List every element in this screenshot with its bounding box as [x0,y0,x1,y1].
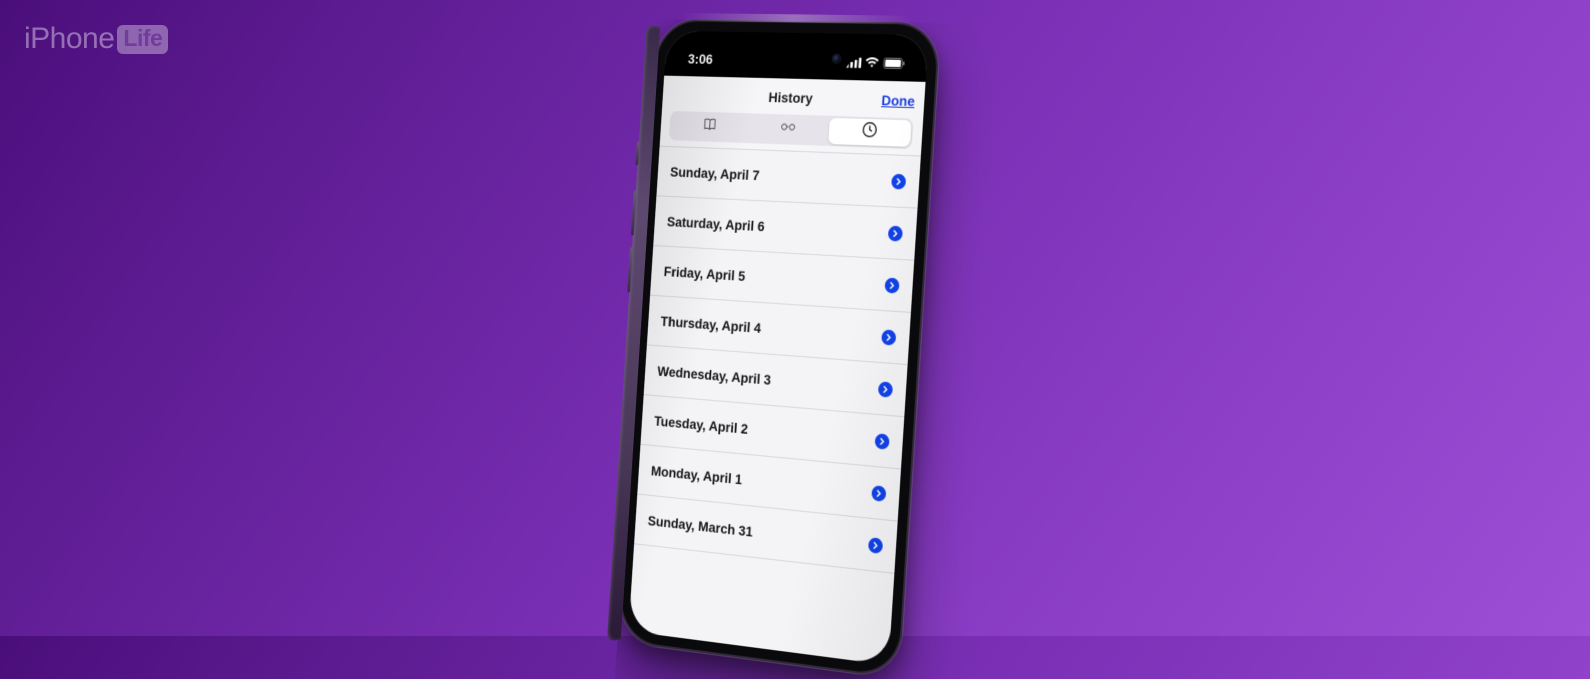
history-list: Sunday, April 7 Saturday, April 6 Friday… [634,147,921,574]
chevron-right-icon [871,485,886,502]
history-row-label: Sunday, April 7 [670,164,760,184]
history-row-label: Friday, April 5 [663,263,745,284]
history-row-label: Saturday, April 6 [667,213,766,234]
volume-up-button [631,190,637,235]
mute-switch [635,141,639,165]
tab-reading-list[interactable] [748,115,829,144]
tabs-segmented-control[interactable] [669,111,914,149]
iphonelife-watermark: iPhone Life [24,22,168,56]
history-row[interactable]: Sunday, March 31 [634,494,898,573]
iphone-device: 3:06 [617,19,941,679]
history-row-label: Sunday, March 31 [647,512,753,539]
wifi-icon [865,57,880,68]
phone-screen: 3:06 [628,31,928,665]
battery-icon [883,57,906,69]
tab-bookmarks[interactable] [671,113,750,141]
history-row-label: Thursday, April 4 [660,313,761,336]
chevron-right-icon [878,381,893,397]
chevron-right-icon [868,537,883,554]
chevron-right-icon [888,225,903,241]
chevron-right-icon [891,173,906,189]
status-time: 3:06 [688,51,714,67]
history-row-label: Tuesday, April 2 [654,413,749,437]
dynamic-island [755,42,850,74]
glasses-icon [780,118,797,140]
volume-down-button [627,247,633,292]
history-row-label: Monday, April 1 [651,463,743,488]
done-button[interactable]: Done [881,92,915,109]
clock-icon [861,121,878,144]
watermark-brand: iPhone [24,22,114,56]
history-header: History Done [660,76,926,157]
tab-history[interactable] [828,118,912,147]
chevron-right-icon [881,329,896,345]
chevron-right-icon [875,433,890,450]
watermark-sub: Life [117,25,168,54]
chevron-right-icon [884,277,899,293]
history-row-label: Wednesday, April 3 [657,363,771,388]
front-camera-icon [833,55,841,63]
phone-front-frame: 3:06 [617,19,941,679]
page-title: History [671,87,915,110]
book-icon [702,116,718,138]
cellular-signal-icon [846,56,862,67]
